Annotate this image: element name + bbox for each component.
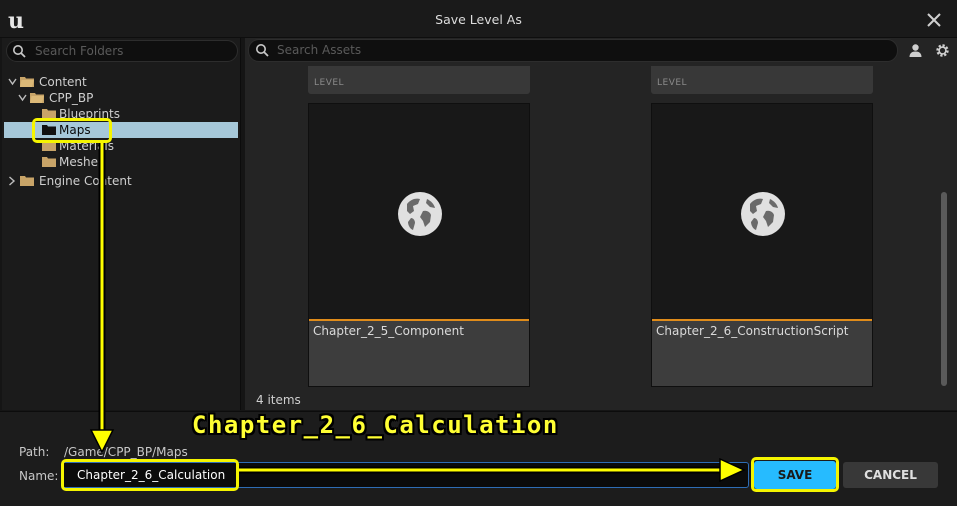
asset-scrollbar[interactable] <box>941 192 947 386</box>
path-value: /Game/CPP_BP/Maps <box>64 445 188 459</box>
chevron-right-icon <box>9 176 16 186</box>
asset-name: Chapter_2_6_ConstructionScript <box>656 324 849 338</box>
asset-type-label: LEVEL <box>314 78 345 88</box>
asset-tile[interactable]: Chapter_2_5_Component <box>308 103 530 387</box>
search-assets-placeholder: Search Assets <box>277 43 362 57</box>
chevron-down-icon <box>18 94 27 102</box>
asset-tile-label-area: Chapter_2_6_ConstructionScript <box>652 319 872 386</box>
asset-tile-partial[interactable]: LEVEL <box>651 66 873 94</box>
asset-type-label: LEVEL <box>657 78 688 88</box>
annotation-text: Chapter_2_6_Calculation <box>192 411 559 439</box>
asset-tile-partial[interactable]: LEVEL <box>308 66 530 94</box>
level-globe-icon <box>741 192 785 236</box>
folder-icon <box>42 157 56 167</box>
chevron-down-icon <box>8 78 17 86</box>
user-icon[interactable] <box>908 43 923 58</box>
search-folders-placeholder: Search Folders <box>35 44 124 58</box>
folder-open-icon <box>20 77 34 87</box>
path-label: Path: <box>19 445 50 459</box>
folder-icon <box>20 176 34 186</box>
name-label: Name: <box>19 469 59 483</box>
asset-tile[interactable]: Chapter_2_6_ConstructionScript <box>651 103 873 387</box>
close-icon[interactable] <box>924 10 944 30</box>
item-count: 4 items <box>256 393 301 407</box>
search-icon <box>13 45 26 58</box>
tree-item-label: CPP_BP <box>49 91 94 105</box>
tree-item-label: Meshes <box>59 155 105 169</box>
tree-item-label: Engine Content <box>39 174 132 188</box>
level-globe-icon <box>398 192 442 236</box>
window-title: Save Level As <box>435 12 522 27</box>
search-assets-input[interactable]: Search Assets <box>248 39 898 62</box>
asset-tile-label-area: Chapter_2_5_Component <box>309 319 529 386</box>
cancel-button[interactable]: CANCEL <box>843 462 938 488</box>
search-icon <box>256 44 269 57</box>
tree-item-label: Content <box>39 75 87 89</box>
gear-icon[interactable] <box>934 42 951 59</box>
asset-name: Chapter_2_5_Component <box>313 324 464 338</box>
highlight-name-box <box>61 459 239 491</box>
highlight-save-box <box>751 457 839 492</box>
search-folders-input[interactable]: Search Folders <box>6 40 238 62</box>
folder-open-icon <box>30 93 44 103</box>
highlight-maps-box <box>32 118 112 143</box>
